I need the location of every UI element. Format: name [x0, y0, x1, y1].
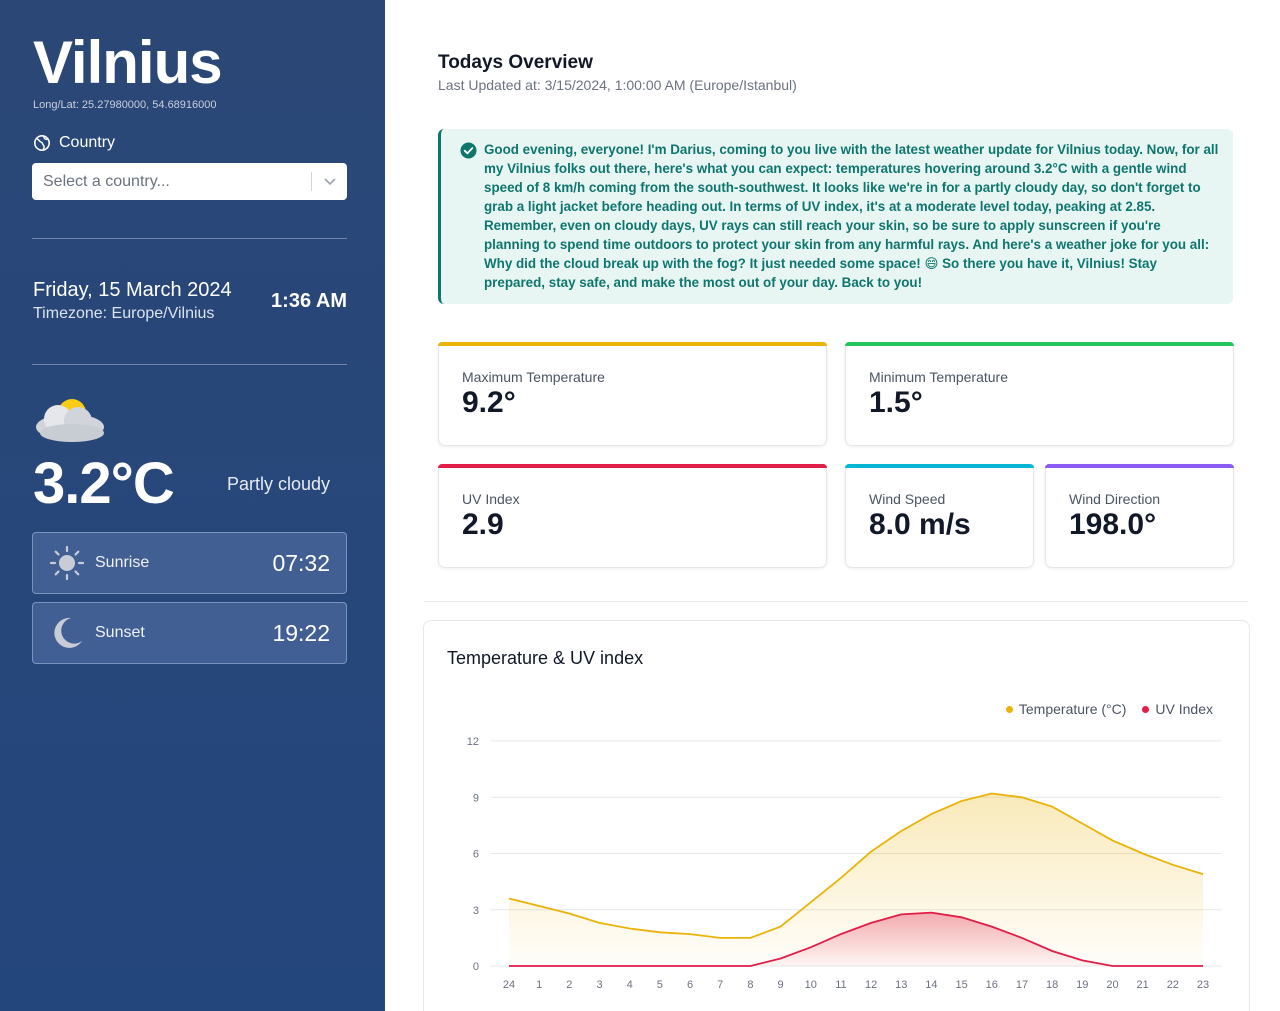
card-accent-bar	[438, 464, 827, 468]
wind-speed-value: 8.0 m/s	[869, 508, 971, 541]
uv-index-card: UV Index 2.9	[438, 464, 827, 568]
current-date: Friday, 15 March 2024	[33, 279, 232, 301]
x-tick-label: 1	[536, 979, 542, 991]
x-tick-label: 3	[596, 979, 602, 991]
max-temp-value: 9.2°	[462, 386, 516, 419]
x-tick-label: 12	[865, 979, 877, 991]
check-circle-icon	[460, 142, 477, 159]
wind-direction-card: Wind Direction 198.0°	[1045, 464, 1234, 568]
sun-icon	[49, 545, 85, 581]
last-updated: Last Updated at: 3/15/2024, 1:00:00 AM (…	[438, 77, 797, 93]
wind-speed-card: Wind Speed 8.0 m/s	[845, 464, 1034, 568]
card-accent-bar	[438, 342, 827, 346]
x-tick-label: 7	[717, 979, 723, 991]
sunset-time: 19:22	[272, 619, 330, 646]
card-accent-bar	[1045, 464, 1234, 468]
sunrise-time: 07:32	[272, 549, 330, 576]
x-tick-label: 10	[805, 979, 817, 991]
chart-plot: 03691224 1 2 3 4 5 6 7 8 9 10 11 12 13 14 15 16 17 18 19 20 2…	[467, 736, 1221, 991]
chevron-down-icon[interactable]	[323, 174, 337, 188]
y-tick-label: 6	[473, 849, 479, 861]
x-tick-label: 4	[627, 979, 633, 991]
x-tick-label: 11	[835, 979, 846, 991]
x-tick-label: 21	[1137, 979, 1149, 991]
wind-direction-label: Wind Direction	[1069, 491, 1161, 507]
x-tick-label: 15	[955, 979, 967, 991]
x-tick-label: 8	[747, 979, 753, 991]
x-tick-label: 22	[1167, 979, 1179, 991]
moon-icon	[54, 617, 82, 648]
y-tick-label: 12	[467, 736, 479, 748]
page-title: Todays Overview	[438, 52, 593, 73]
y-tick-label: 0	[473, 961, 479, 973]
country-select[interactable]: Select a country...	[32, 163, 347, 200]
x-tick-label: 9	[778, 979, 784, 991]
y-tick-label: 3	[473, 905, 479, 917]
globe-icon	[33, 134, 51, 152]
sunset-label: Sunset	[95, 624, 145, 641]
sunrise-label: Sunrise	[95, 554, 150, 571]
x-tick-label: 2	[566, 979, 572, 991]
x-tick-label: 6	[687, 979, 693, 991]
uv-index-value: 2.9	[462, 508, 504, 541]
sidebar: Vilnius Long/Lat: 25.27980000, 54.689160…	[0, 0, 385, 1011]
x-tick-label: 18	[1046, 979, 1058, 991]
x-tick-label: 17	[1016, 979, 1028, 991]
y-tick-label: 9	[473, 792, 479, 804]
weather-report-alert: Good evening, everyone! I'm Darius, comi…	[438, 129, 1233, 304]
sunrise-card: Sunrise 07:32	[32, 532, 347, 594]
sunset-card: Sunset 19:22	[32, 602, 347, 664]
current-temperature: 3.2°C	[33, 451, 175, 516]
uv-index-label: UV Index	[462, 491, 520, 507]
x-tick-label: 13	[895, 979, 907, 991]
x-tick-label: 5	[657, 979, 663, 991]
card-accent-bar	[845, 464, 1034, 468]
weather-condition: Partly cloudy	[227, 474, 331, 494]
country-label: Country	[33, 134, 115, 152]
city-name: Vilnius	[33, 29, 223, 96]
x-tick-label: 14	[925, 979, 937, 991]
coordinates: Long/Lat: 25.27980000, 54.68916000	[33, 99, 217, 111]
country-label-text: Country	[59, 134, 116, 151]
wind-speed-label: Wind Speed	[869, 491, 946, 507]
x-tick-label: 24	[503, 979, 515, 991]
country-select-placeholder: Select a country...	[43, 172, 170, 190]
max-temp-card: Maximum Temperature 9.2°	[438, 342, 827, 446]
section-divider	[424, 601, 1248, 602]
partly-cloudy-icon	[36, 399, 104, 442]
sidebar-divider	[32, 364, 347, 365]
select-separator	[311, 172, 312, 191]
min-temp-card: Minimum Temperature 1.5°	[845, 342, 1234, 446]
x-tick-label: 16	[986, 979, 998, 991]
wind-direction-value: 198.0°	[1069, 508, 1157, 541]
weather-report-text: Good evening, everyone! I'm Darius, comi…	[484, 142, 1219, 290]
timezone: Timezone: Europe/Vilnius	[33, 305, 215, 322]
x-tick-label: 20	[1106, 979, 1118, 991]
card-accent-bar	[845, 342, 1234, 346]
current-time: 1:36 AM	[271, 290, 347, 312]
temperature-uv-chart-card: Temperature & UV index Temperature (°C) …	[423, 620, 1250, 1011]
x-tick-label: 19	[1076, 979, 1088, 991]
max-temp-label: Maximum Temperature	[462, 369, 605, 385]
sidebar-divider	[32, 238, 347, 239]
min-temp-label: Minimum Temperature	[869, 369, 1009, 385]
min-temp-value: 1.5°	[869, 386, 923, 419]
x-tick-label: 23	[1197, 979, 1209, 991]
